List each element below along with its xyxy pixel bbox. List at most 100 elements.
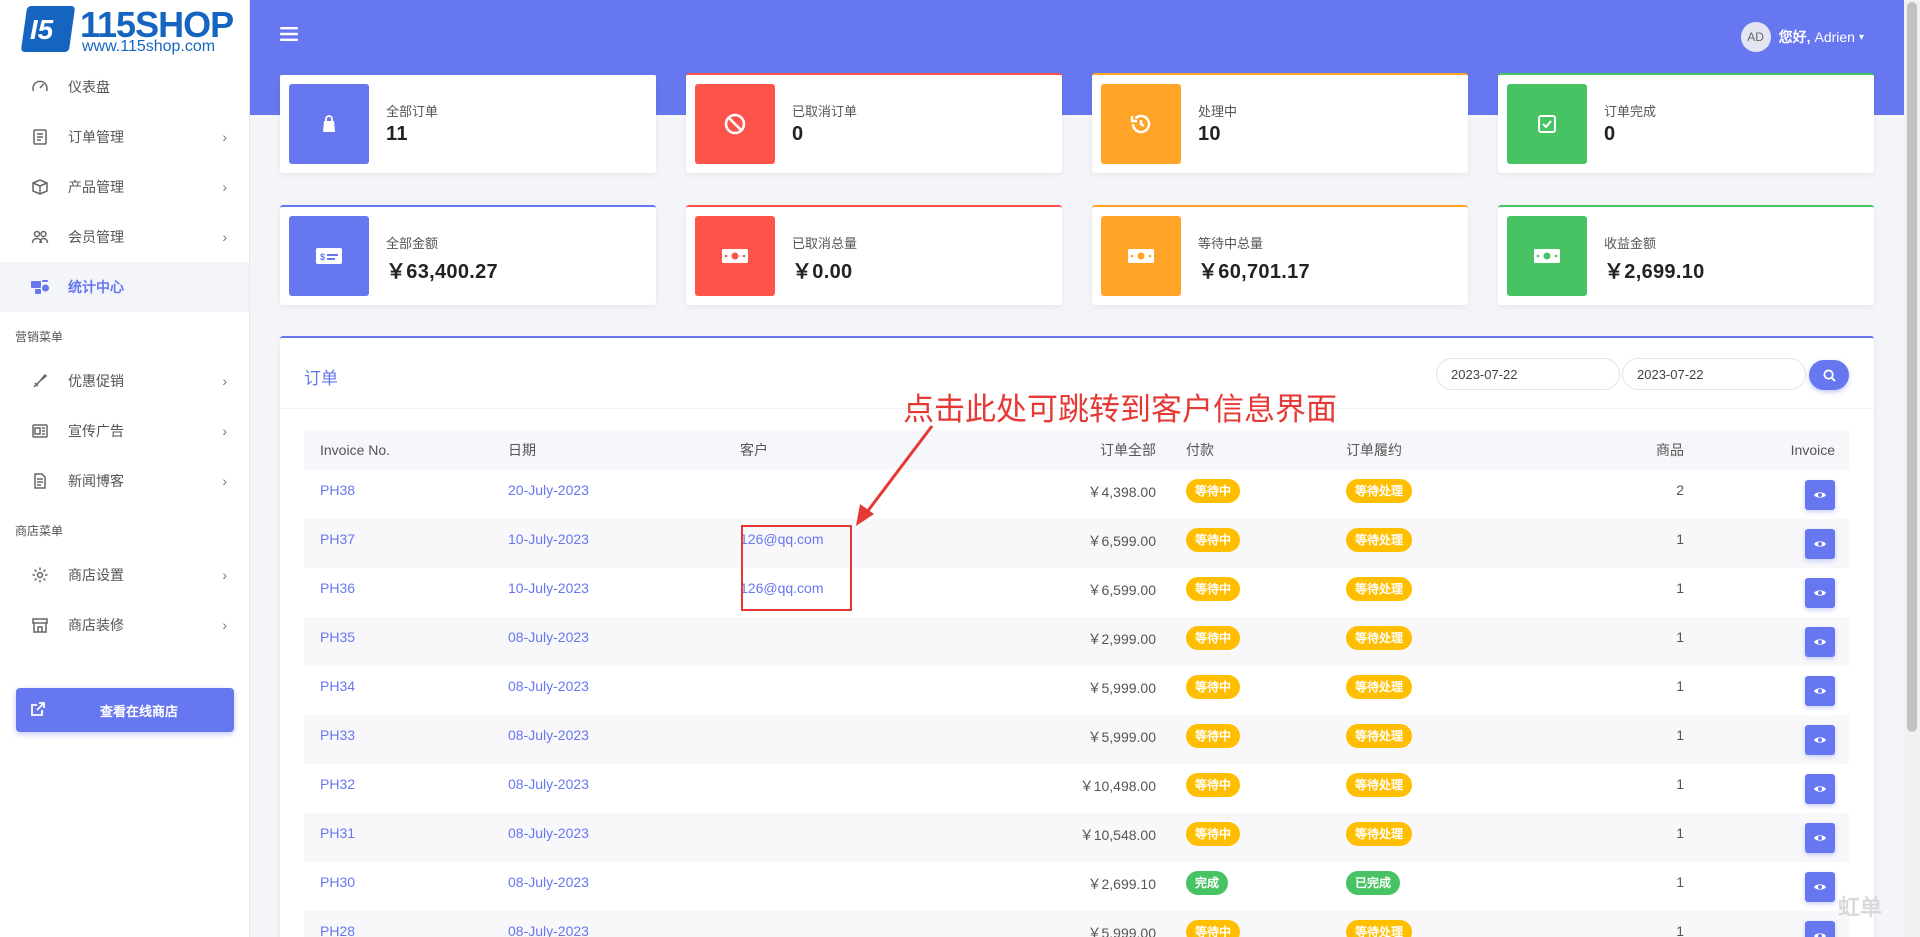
sidebar-item-main-4[interactable]: 统计中心 — [0, 262, 249, 312]
cell-items: 1 — [1566, 617, 1696, 666]
stat-label: 处理中 — [1198, 104, 1238, 119]
logo-mark: I5 — [20, 6, 76, 52]
date-link[interactable]: 10-July-2023 — [508, 531, 589, 547]
user-menu[interactable]: AD 您好, Adrien ▾ — [1740, 22, 1864, 52]
payment-status-badge: 等待中 — [1186, 773, 1241, 797]
invoice-link[interactable]: PH35 — [320, 629, 355, 645]
search-button[interactable] — [1809, 360, 1849, 390]
sidebar-item-label: 统计中心 — [68, 279, 124, 295]
sidebar-item-store-0[interactable]: 商店设置 › — [0, 550, 249, 600]
cell-payment: 等待中 — [1162, 764, 1346, 813]
sidebar-item-main-3[interactable]: 会员管理 › — [0, 212, 249, 262]
date-link[interactable]: 10-July-2023 — [508, 580, 589, 596]
blog-icon — [30, 471, 50, 491]
chevron-right-icon: › — [222, 179, 227, 195]
page-scrollbar[interactable] — [1904, 0, 1920, 937]
invoice-link[interactable]: PH30 — [320, 874, 355, 890]
user-name: Adrien — [1814, 29, 1855, 45]
cell-invoice-no: PH36 — [304, 568, 508, 617]
view-invoice-button[interactable] — [1805, 676, 1835, 706]
invoice-link[interactable]: PH38 — [320, 482, 355, 498]
view-invoice-button[interactable] — [1805, 578, 1835, 608]
cell-invoice — [1696, 862, 1849, 911]
sidebar-item-main-2[interactable]: 产品管理 › — [0, 162, 249, 212]
view-invoice-button[interactable] — [1805, 823, 1835, 853]
stat-label: 等待中总量 — [1198, 236, 1264, 251]
cell-items: 1 — [1566, 715, 1696, 764]
cell-customer — [740, 715, 890, 764]
cell-items: 1 — [1566, 519, 1696, 568]
invoice-link[interactable]: PH34 — [320, 678, 355, 694]
sidebar-item-main-0[interactable]: 仪表盘 — [0, 62, 249, 112]
cell-date: 08-July-2023 — [508, 764, 740, 813]
view-invoice-button[interactable] — [1805, 921, 1835, 937]
view-invoice-button[interactable] — [1805, 480, 1835, 510]
view-invoice-button[interactable] — [1805, 774, 1835, 804]
invoice-link[interactable]: PH33 — [320, 727, 355, 743]
date-link[interactable]: 08-July-2023 — [508, 629, 589, 645]
fulfillment-status-badge: 等待处理 — [1346, 773, 1413, 797]
sidebar-item-marketing-2[interactable]: 新闻博客 › — [0, 456, 249, 506]
cell-date: 08-July-2023 — [508, 666, 740, 715]
cell-date: 08-July-2023 — [508, 813, 740, 862]
cell-payment: 等待中 — [1162, 715, 1346, 764]
view-invoice-button[interactable] — [1805, 627, 1835, 657]
cell-invoice — [1696, 519, 1849, 568]
fulfillment-status-badge: 等待处理 — [1346, 675, 1413, 699]
menu-toggle-icon[interactable] — [280, 26, 298, 47]
sidebar-item-main-1[interactable]: 订单管理 › — [0, 112, 249, 162]
sidebar-item-store-1[interactable]: 商店装修 › — [0, 600, 249, 650]
sidebar-item-marketing-1[interactable]: 宣传广告 › — [0, 406, 249, 456]
payment-status-badge: 等待中 — [1186, 528, 1241, 552]
chevron-right-icon: › — [222, 129, 227, 145]
date-link[interactable]: 08-July-2023 — [508, 923, 589, 937]
date-link[interactable]: 08-July-2023 — [508, 678, 589, 694]
table-row: PH30 08-July-2023 ￥2,699.10 完成 已完成 1 — [304, 862, 1849, 911]
view-invoice-button[interactable] — [1805, 725, 1835, 755]
cell-invoice — [1696, 617, 1849, 666]
cell-invoice — [1696, 666, 1849, 715]
cell-items: 1 — [1676, 874, 1684, 890]
chevron-right-icon: › — [222, 373, 227, 389]
sidebar-item-label: 仪表盘 — [68, 79, 110, 95]
box-icon — [30, 177, 50, 197]
cell-items: 1 — [1566, 911, 1696, 937]
invoice-link[interactable]: PH32 — [320, 776, 355, 792]
date-to-input[interactable] — [1622, 358, 1806, 390]
date-link[interactable]: 20-July-2023 — [508, 482, 589, 498]
view-invoice-button[interactable] — [1805, 529, 1835, 559]
invoice-link[interactable]: PH37 — [320, 531, 355, 547]
view-online-store-button[interactable]: 查看在线商店 — [16, 688, 234, 732]
table-row: PH32 08-July-2023 ￥10,498.00 等待中 等待处理 1 — [304, 764, 1849, 813]
sidebar-item-marketing-0[interactable]: 优惠促销 › — [0, 356, 249, 406]
col-invoice: Invoice — [1696, 430, 1849, 470]
brand-logo[interactable]: I5 115SHOP www.115shop.com — [0, 0, 249, 62]
payment-status-badge: 等待中 — [1186, 626, 1241, 650]
eye-icon — [1814, 786, 1826, 792]
view-invoice-button[interactable] — [1805, 872, 1835, 902]
cell-customer — [740, 764, 890, 813]
fulfillment-status-badge: 等待处理 — [1346, 479, 1413, 503]
svg-text:$: $ — [320, 252, 325, 262]
date-link[interactable]: 08-July-2023 — [508, 825, 589, 841]
annotation-highlight-box — [741, 525, 852, 611]
cell-items: 1 — [1676, 678, 1684, 694]
scrollbar-thumb[interactable] — [1907, 2, 1917, 732]
cell-fulfillment: 等待处理 — [1346, 813, 1566, 862]
cell-date: 08-July-2023 — [508, 862, 740, 911]
date-link[interactable]: 08-July-2023 — [508, 874, 589, 890]
payment-status-badge: 等待中 — [1186, 920, 1241, 937]
invoice-link[interactable]: PH31 — [320, 825, 355, 841]
date-link[interactable]: 08-July-2023 — [508, 727, 589, 743]
fulfillment-status-badge: 等待处理 — [1346, 724, 1413, 748]
date-link[interactable]: 08-July-2023 — [508, 776, 589, 792]
cell-date: 10-July-2023 — [508, 519, 740, 568]
col-items: 商品 — [1566, 430, 1696, 470]
cell-payment: 等待中 — [1162, 617, 1346, 666]
cell-invoice-no: PH35 — [304, 617, 508, 666]
invoice-link[interactable]: PH36 — [320, 580, 355, 596]
cell-invoice-no: PH38 — [304, 470, 508, 519]
stat-value: ￥60,701.17 — [1198, 261, 1310, 283]
invoice-link[interactable]: PH28 — [320, 923, 355, 937]
date-from-input[interactable] — [1436, 358, 1620, 390]
